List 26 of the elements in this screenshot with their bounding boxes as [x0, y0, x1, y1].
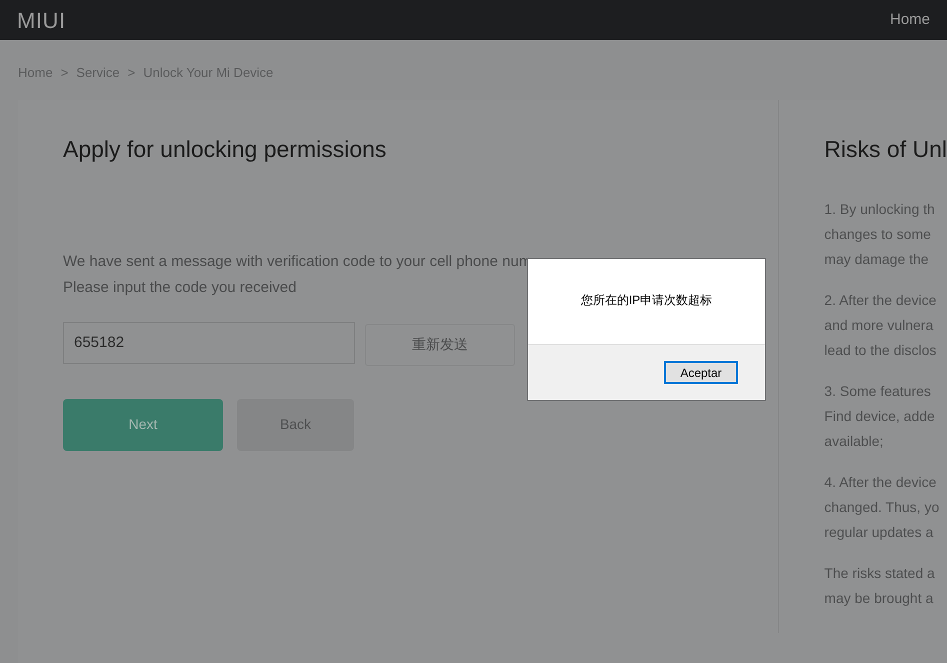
risk-text: Find device, adde	[824, 406, 935, 426]
next-button[interactable]: Next	[63, 398, 223, 450]
risk-text: 4. After the device	[824, 472, 936, 492]
risk-text: regular updates a	[824, 522, 934, 542]
nav-link[interactable]: Home	[890, 8, 930, 32]
risk-text: lead to the disclos	[824, 340, 936, 360]
instruction-text: Please input the code you received	[63, 278, 296, 298]
breadcrumb-separator: >	[128, 64, 136, 82]
risk-text: changed. Thus, yo	[824, 498, 940, 517]
risk-text: available;	[824, 432, 884, 450]
risk-text: 2. After the device	[824, 290, 936, 310]
ok-button[interactable]: Aceptar	[664, 361, 738, 384]
logo: MIUI	[17, 6, 66, 34]
breadcrumb-separator: >	[60, 64, 68, 82]
page-title: Apply for unlocking permissions	[63, 135, 386, 164]
resend-button[interactable]: 重新发送	[365, 324, 515, 366]
risk-text: may damage the	[824, 250, 929, 269]
section-title: Risks of Unl	[824, 135, 947, 164]
risk-text: and more vulnera	[824, 316, 934, 334]
dialog-message: 您所在的IP申请次数超标	[580, 292, 712, 309]
risk-text: may be brought a	[824, 588, 934, 608]
risk-text: changes to some	[824, 224, 931, 244]
risk-text: 3. Some features	[824, 382, 931, 400]
code-field[interactable]: 655182	[63, 322, 355, 364]
risk-text: 1. By unlocking th	[824, 200, 935, 219]
risk-text: The risks stated a	[824, 564, 935, 582]
